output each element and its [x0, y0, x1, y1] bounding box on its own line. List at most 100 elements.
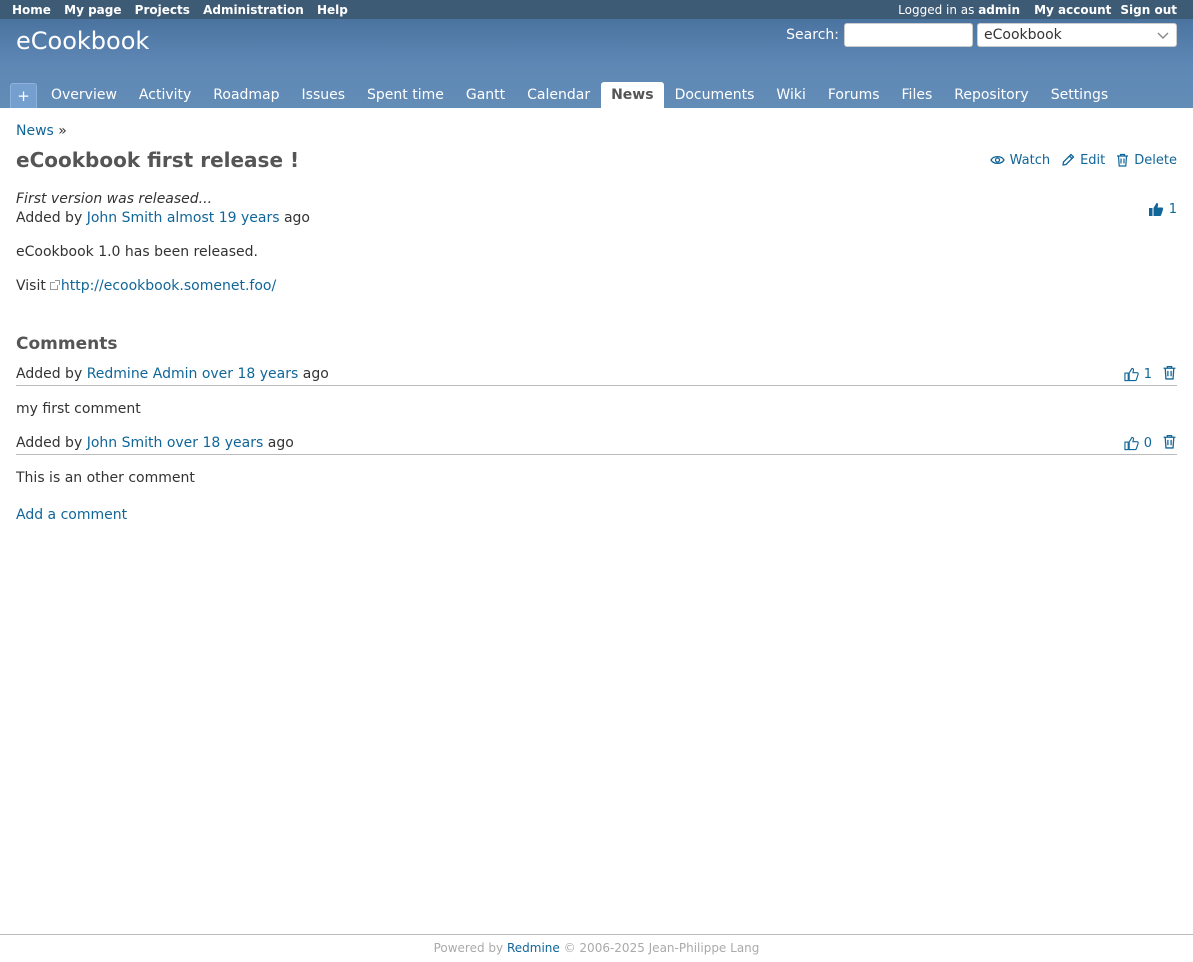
tab-activity[interactable]: Activity — [128, 82, 202, 108]
delete-button[interactable]: Delete — [1116, 153, 1177, 168]
comment-time-link[interactable]: over 18 years — [167, 435, 263, 451]
logged-in-user[interactable]: admin — [978, 3, 1020, 17]
project-jump-select[interactable]: eCookbook — [977, 23, 1177, 47]
tab-settings[interactable]: Settings — [1040, 82, 1119, 108]
news-actions: Watch Edit Delete — [979, 153, 1177, 168]
comment-reaction-button[interactable]: 1 — [1124, 367, 1152, 382]
thumbs-up-icon — [1124, 367, 1139, 382]
project-title: eCookbook — [16, 27, 150, 55]
logged-in-prefix: Logged in as — [898, 2, 975, 17]
added-by-label: Added by — [16, 210, 83, 226]
tab-gantt[interactable]: Gantt — [455, 82, 516, 108]
comment-header: Added by Redmine Admin over 18 years ago… — [16, 365, 1177, 386]
comment-author-link[interactable]: Redmine Admin — [87, 366, 198, 382]
tab-documents[interactable]: Documents — [664, 82, 766, 108]
top-menu: Home My page Projects Administration Hel… — [0, 0, 1193, 19]
main-menu: + Overview Activity Roadmap Issues Spent… — [10, 82, 1119, 108]
top-menu-administration[interactable]: Administration — [203, 3, 304, 17]
time-link[interactable]: almost 19 years — [167, 210, 280, 226]
logged-in-as: Logged in as admin — [898, 3, 1020, 17]
trash-icon — [1163, 434, 1176, 449]
author-link[interactable]: John Smith — [87, 210, 163, 226]
visit-label: Visit — [16, 278, 46, 294]
added-by-label: Added by — [16, 435, 83, 451]
footer: Powered by Redmine © 2006-2025 Jean-Phil… — [0, 934, 1193, 962]
title-row: eCookbook first release ! Watch Edit Del… — [16, 148, 1177, 172]
news-body: eCookbook 1.0 has been released. — [16, 244, 258, 260]
comment-reaction-count: 1 — [1143, 367, 1152, 382]
tab-wiki[interactable]: Wiki — [765, 82, 816, 108]
tab-spent-time[interactable]: Spent time — [356, 82, 455, 108]
top-menu-my-page[interactable]: My page — [64, 3, 121, 17]
visit-url-link[interactable]: http://ecookbook.somenet.foo/ — [61, 278, 276, 294]
my-account-link[interactable]: My account — [1034, 3, 1111, 17]
comments-heading: Comments — [16, 334, 118, 354]
search-input[interactable] — [844, 23, 973, 47]
watch-label: Watch — [1009, 152, 1051, 168]
footer-powered-by: Powered by — [433, 941, 504, 955]
top-menu-right: Logged in as admin My account Sign out — [898, 3, 1181, 17]
tab-overview[interactable]: Overview — [40, 82, 128, 108]
ago-label: ago — [302, 366, 329, 382]
comment-delete-button[interactable] — [1162, 365, 1177, 384]
comment-delete-button[interactable] — [1162, 434, 1177, 453]
top-menu-left: Home My page Projects Administration Hel… — [12, 3, 357, 17]
edit-label: Edit — [1080, 152, 1106, 168]
added-by-label: Added by — [16, 366, 83, 382]
tab-forums[interactable]: Forums — [817, 82, 891, 108]
quick-search: Search: eCookbook — [786, 23, 1177, 47]
breadcrumb-separator: » — [58, 123, 67, 139]
content: News » eCookbook first release ! Watch E… — [16, 108, 1177, 523]
tab-files[interactable]: Files — [891, 82, 944, 108]
breadcrumb-news-link[interactable]: News — [16, 123, 54, 139]
new-object-button[interactable]: + — [10, 83, 37, 108]
comment-tools: 0 — [1124, 434, 1177, 453]
add-comment-link[interactable]: Add a comment — [16, 507, 127, 523]
top-menu-home[interactable]: Home — [12, 3, 51, 17]
comment-tools: 1 — [1124, 365, 1177, 384]
news-author-line: Added by John Smith almost 19 years ago — [16, 209, 310, 228]
comment-author-line: Added by Redmine Admin over 18 years ago — [16, 365, 329, 384]
tab-issues[interactable]: Issues — [291, 82, 357, 108]
search-label: Search: — [786, 27, 839, 43]
thumbs-up-filled-icon — [1148, 202, 1163, 216]
comment-author-line: Added by John Smith over 18 years ago — [16, 434, 294, 453]
trash-icon — [1117, 153, 1129, 167]
edit-button[interactable]: Edit — [1061, 153, 1105, 168]
tab-roadmap[interactable]: Roadmap — [202, 82, 290, 108]
comment-reaction-button[interactable]: 0 — [1124, 436, 1152, 451]
tab-news[interactable]: News — [601, 82, 664, 108]
project-jump-value: eCookbook — [984, 27, 1062, 43]
eye-icon — [989, 155, 1005, 165]
news-reaction-count: 1 — [1168, 201, 1177, 217]
comment-author-link[interactable]: John Smith — [87, 435, 163, 451]
news-summary-row: First version was released... Added by J… — [16, 190, 1177, 228]
top-menu-help[interactable]: Help — [317, 3, 348, 17]
watch-button[interactable]: Watch — [989, 152, 1051, 168]
pencil-icon — [1062, 153, 1075, 166]
trash-icon — [1163, 365, 1176, 380]
ago-label: ago — [267, 435, 294, 451]
tab-calendar[interactable]: Calendar — [516, 82, 601, 108]
footer-redmine-link[interactable]: Redmine — [507, 941, 560, 955]
comment-time-link[interactable]: over 18 years — [202, 366, 298, 382]
comment-text: This is an other comment — [16, 470, 195, 486]
news-meta: First version was released... Added by J… — [16, 190, 310, 228]
news-reaction-button[interactable]: 1 — [1148, 190, 1177, 228]
delete-label: Delete — [1134, 152, 1177, 168]
footer-copyright: © 2006-2025 Jean-Philippe Lang — [563, 941, 760, 955]
breadcrumb: News » — [16, 123, 1177, 139]
comment-item: Added by Redmine Admin over 18 years ago… — [16, 365, 1177, 419]
comment-header: Added by John Smith over 18 years ago 0 — [16, 434, 1177, 455]
sign-out-link[interactable]: Sign out — [1120, 3, 1177, 17]
add-comment-row: Add a comment — [16, 507, 1177, 523]
comment-text: my first comment — [16, 401, 141, 417]
chevron-down-icon — [1157, 32, 1169, 39]
tab-repository[interactable]: Repository — [943, 82, 1039, 108]
top-menu-projects[interactable]: Projects — [135, 3, 190, 17]
comment-reaction-count: 0 — [1143, 436, 1152, 451]
external-link-icon — [49, 280, 60, 290]
page-title: eCookbook first release ! — [16, 148, 300, 172]
ago-label: ago — [283, 210, 310, 226]
comment-item: Added by John Smith over 18 years ago 0 … — [16, 434, 1177, 488]
